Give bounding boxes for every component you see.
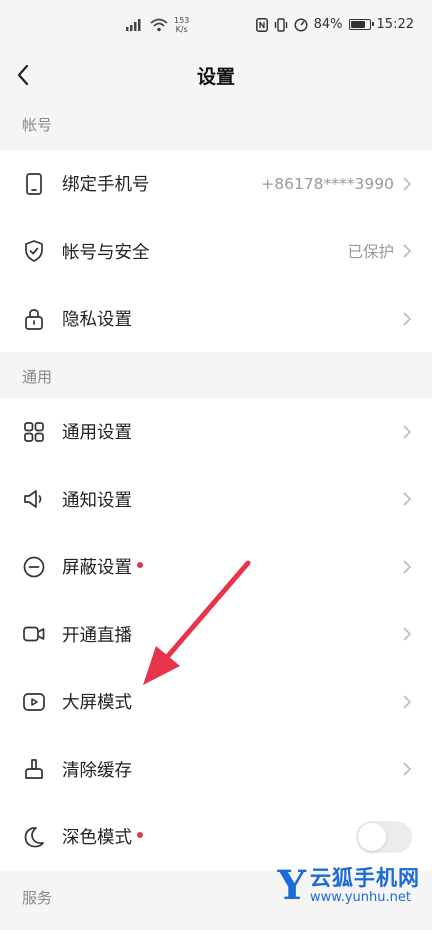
row-live-label: 开通直播 (62, 625, 132, 646)
broom-icon (22, 757, 46, 781)
phone-icon (22, 172, 46, 196)
row-bind-phone-label: 绑定手机号 (62, 175, 150, 196)
clock-time: 15:22 (376, 17, 414, 32)
watermark: Y 云狐手机网 www.yunhu.net (277, 866, 420, 906)
row-notifications[interactable]: 通知设置 (0, 466, 432, 534)
speaker-icon (22, 487, 46, 511)
row-live[interactable]: 开通直播 (0, 601, 432, 669)
speedometer-icon (294, 17, 308, 32)
row-dark-mode[interactable]: 深色模式 (0, 803, 432, 871)
lock-icon (22, 307, 46, 331)
chevron-right-icon (403, 177, 412, 191)
row-block[interactable]: 屏蔽设置 (0, 533, 432, 601)
chevron-right-icon (403, 425, 412, 439)
chevron-right-icon (403, 312, 412, 326)
page-title: 设置 (196, 66, 235, 88)
camera-icon (22, 622, 46, 646)
chevron-right-icon (403, 627, 412, 641)
row-clear-cache-label: 清除缓存 (62, 760, 132, 781)
nfc-icon (255, 17, 268, 32)
battery-icon (348, 19, 374, 30)
signal-icon (126, 19, 141, 31)
group-account: 绑定手机号 +86178****3990 帐号与安全 已保护 隐私设置 (0, 150, 432, 353)
group-general: 通用设置 通知设置 屏蔽设置 开通直播 大屏模式 清除缓存 深色模式 (0, 398, 432, 871)
dark-mode-toggle[interactable] (356, 820, 412, 853)
status-bar: 153 K/s 84% 15:22 (0, 0, 432, 50)
row-general-settings-label: 通用设置 (62, 423, 132, 444)
red-dot-badge (137, 831, 143, 838)
section-header-general: 通用 (0, 352, 432, 402)
row-block-label: 屏蔽设置 (62, 558, 132, 579)
row-account-security-label: 帐号与安全 (62, 242, 150, 263)
network-speed-unit: K/s (175, 25, 188, 34)
vibrate-icon (274, 17, 287, 32)
shield-icon (22, 239, 46, 263)
toggle-knob (358, 822, 386, 851)
nav-bar: 设置 (0, 50, 432, 100)
status-right: 84% 15:22 (255, 17, 414, 32)
section-header-account: 帐号 (0, 100, 432, 150)
row-account-security-value: 已保护 (347, 243, 394, 262)
row-bind-phone-value: +86178****3990 (261, 174, 394, 193)
network-speed: 153 K/s (174, 16, 189, 34)
watermark-url: www.yunhu.net (310, 890, 411, 905)
moon-icon (22, 825, 46, 849)
row-general-settings[interactable]: 通用设置 (0, 398, 432, 466)
status-network: 153 K/s (126, 16, 189, 34)
grid-icon (22, 420, 46, 444)
battery-percent: 84% (313, 17, 343, 32)
row-privacy-label: 隐私设置 (62, 310, 132, 331)
block-icon (22, 555, 46, 579)
chevron-right-icon (403, 492, 412, 506)
red-dot-badge (137, 561, 143, 568)
chevron-right-icon (403, 244, 412, 258)
watermark-logo: Y (277, 862, 306, 909)
row-clear-cache[interactable]: 清除缓存 (0, 736, 432, 804)
row-bind-phone[interactable]: 绑定手机号 +86178****3990 (0, 150, 432, 218)
battery-level-fill (350, 21, 365, 28)
watermark-name: 云狐手机网 (310, 866, 420, 890)
chevron-right-icon (403, 762, 412, 776)
row-privacy[interactable]: 隐私设置 (0, 285, 432, 353)
row-account-security[interactable]: 帐号与安全 已保护 (0, 218, 432, 286)
network-speed-value: 153 (174, 16, 190, 25)
row-notifications-label: 通知设置 (62, 490, 132, 511)
row-big-screen[interactable]: 大屏模式 (0, 668, 432, 736)
wifi-icon (150, 18, 168, 32)
chevron-right-icon (403, 560, 412, 574)
row-big-screen-label: 大屏模式 (62, 693, 132, 714)
chevron-right-icon (403, 695, 412, 709)
row-dark-mode-label: 深色模式 (62, 828, 132, 849)
play-screen-icon (22, 690, 46, 714)
